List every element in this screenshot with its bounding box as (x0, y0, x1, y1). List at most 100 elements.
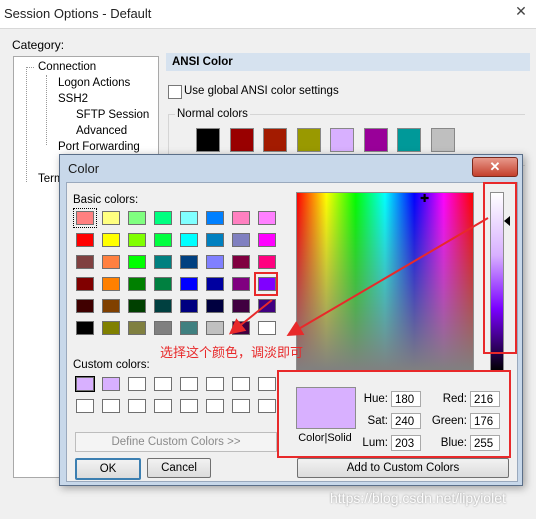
global-ansi-checkbox-label[interactable]: Use global ANSI color settings (184, 85, 339, 97)
basic-color-cell[interactable] (128, 299, 146, 313)
custom-color-cell[interactable] (75, 376, 95, 392)
custom-color-cell[interactable] (180, 399, 198, 413)
normal-color-swatch[interactable] (363, 128, 388, 152)
basic-color-cell[interactable] (180, 277, 198, 291)
basic-color-cell[interactable] (206, 299, 224, 313)
dialog-titlebar[interactable] (60, 155, 522, 181)
basic-color-cell[interactable] (258, 299, 276, 313)
global-ansi-checkbox[interactable] (168, 85, 182, 99)
custom-color-cell[interactable] (102, 377, 120, 391)
basic-color-cell[interactable] (128, 321, 146, 335)
basic-color-cell[interactable] (154, 321, 172, 335)
custom-color-cell[interactable] (206, 377, 224, 391)
custom-color-cell[interactable] (154, 377, 172, 391)
tree-connector (46, 75, 47, 145)
cancel-button[interactable]: Cancel (147, 458, 211, 478)
basic-color-cell[interactable] (232, 321, 250, 335)
color-spectrum[interactable] (296, 192, 474, 372)
tree-item-advanced[interactable]: Advanced (76, 125, 127, 137)
basic-color-cell[interactable] (154, 211, 172, 225)
basic-color-cell[interactable] (258, 211, 276, 225)
basic-color-cell[interactable] (102, 321, 120, 335)
basic-color-cell[interactable] (180, 233, 198, 247)
custom-color-cell[interactable] (258, 399, 276, 413)
basic-color-cell[interactable] (73, 208, 97, 228)
category-label: Category: (12, 38, 65, 52)
basic-color-cell[interactable] (102, 277, 120, 291)
custom-color-cell[interactable] (128, 377, 146, 391)
basic-color-cell[interactable] (180, 321, 198, 335)
basic-color-cell[interactable] (206, 321, 224, 335)
basic-colors-label: Basic colors: (73, 194, 139, 206)
basic-color-cell[interactable] (76, 277, 94, 291)
background-window-title: Session Options - Default (4, 6, 152, 21)
add-to-custom-colors-button[interactable]: Add to Custom Colors (297, 458, 509, 478)
normal-color-swatch[interactable] (330, 128, 354, 152)
normal-color-swatch[interactable] (397, 128, 421, 152)
basic-color-cell[interactable] (154, 277, 172, 291)
custom-color-cell[interactable] (206, 399, 224, 413)
normal-color-swatch[interactable] (196, 128, 220, 152)
custom-color-cell[interactable] (128, 399, 146, 413)
ok-button[interactable]: OK (75, 458, 141, 480)
basic-color-cell[interactable] (102, 211, 120, 225)
annotation-box-values (277, 370, 511, 458)
basic-color-cell[interactable] (128, 277, 146, 291)
custom-color-cell[interactable] (154, 399, 172, 413)
normal-color-swatch[interactable] (430, 128, 455, 152)
basic-color-cell[interactable] (76, 233, 94, 247)
normal-color-swatch[interactable] (296, 128, 321, 152)
basic-color-cell[interactable] (206, 233, 224, 247)
basic-color-cell[interactable] (154, 233, 172, 247)
basic-color-cell[interactable] (232, 233, 250, 247)
tree-connector (26, 67, 34, 68)
basic-color-cell[interactable] (206, 277, 224, 291)
tree-item-sftp-session[interactable]: SFTP Session (76, 109, 149, 121)
tree-item-logon-actions[interactable]: Logon Actions (58, 77, 130, 89)
basic-color-cell[interactable] (258, 255, 276, 269)
basic-color-cell[interactable] (128, 211, 146, 225)
custom-color-cell[interactable] (102, 399, 120, 413)
tree-item-port-forwarding[interactable]: Port Forwarding (58, 141, 140, 153)
basic-color-cell[interactable] (232, 255, 250, 269)
watermark: https://blog.csdn.net/lipyiolet (330, 490, 506, 506)
basic-color-cell[interactable] (206, 255, 224, 269)
custom-color-cell[interactable] (258, 377, 276, 391)
basic-color-cell[interactable] (154, 299, 172, 313)
basic-color-cell[interactable] (206, 211, 224, 225)
basic-color-cell[interactable] (258, 233, 276, 247)
basic-color-cell[interactable] (232, 299, 250, 313)
normal-color-swatch[interactable] (229, 128, 254, 152)
basic-color-cell[interactable] (232, 277, 250, 291)
basic-color-cell[interactable] (102, 233, 120, 247)
close-icon[interactable]: ✕ (472, 157, 518, 177)
tree-item-ssh2[interactable]: SSH2 (58, 93, 88, 105)
define-custom-colors-button[interactable]: Define Custom Colors >> (75, 432, 277, 452)
normal-color-swatch[interactable] (263, 128, 287, 152)
custom-color-cell[interactable] (180, 377, 198, 391)
basic-color-cell[interactable] (128, 233, 146, 247)
custom-color-cell[interactable] (232, 399, 250, 413)
basic-color-cell[interactable] (76, 255, 94, 269)
basic-color-cell[interactable] (102, 299, 120, 313)
custom-colors-label: Custom colors: (73, 359, 150, 371)
basic-color-cell[interactable] (76, 321, 94, 335)
basic-color-cell[interactable] (180, 211, 198, 225)
tree-item-connection[interactable]: Connection (38, 61, 96, 73)
basic-color-cell[interactable] (128, 255, 146, 269)
section-header: ANSI Color (166, 53, 530, 71)
basic-color-cell[interactable] (180, 255, 198, 269)
annotation-box-selected-color (254, 272, 278, 296)
annotation-box-luminance (483, 182, 517, 354)
basic-color-cell[interactable] (76, 299, 94, 313)
close-icon[interactable]: ✕ (512, 2, 530, 20)
basic-color-cell[interactable] (232, 211, 250, 225)
basic-color-cell[interactable] (102, 255, 120, 269)
custom-color-cell[interactable] (232, 377, 250, 391)
basic-color-cell[interactable] (180, 299, 198, 313)
custom-color-cell[interactable] (76, 399, 94, 413)
basic-color-cell[interactable] (258, 321, 276, 335)
dialog-title: Color (68, 161, 100, 176)
basic-color-cell[interactable] (154, 255, 172, 269)
crosshair-icon[interactable]: ✚ (420, 194, 430, 205)
